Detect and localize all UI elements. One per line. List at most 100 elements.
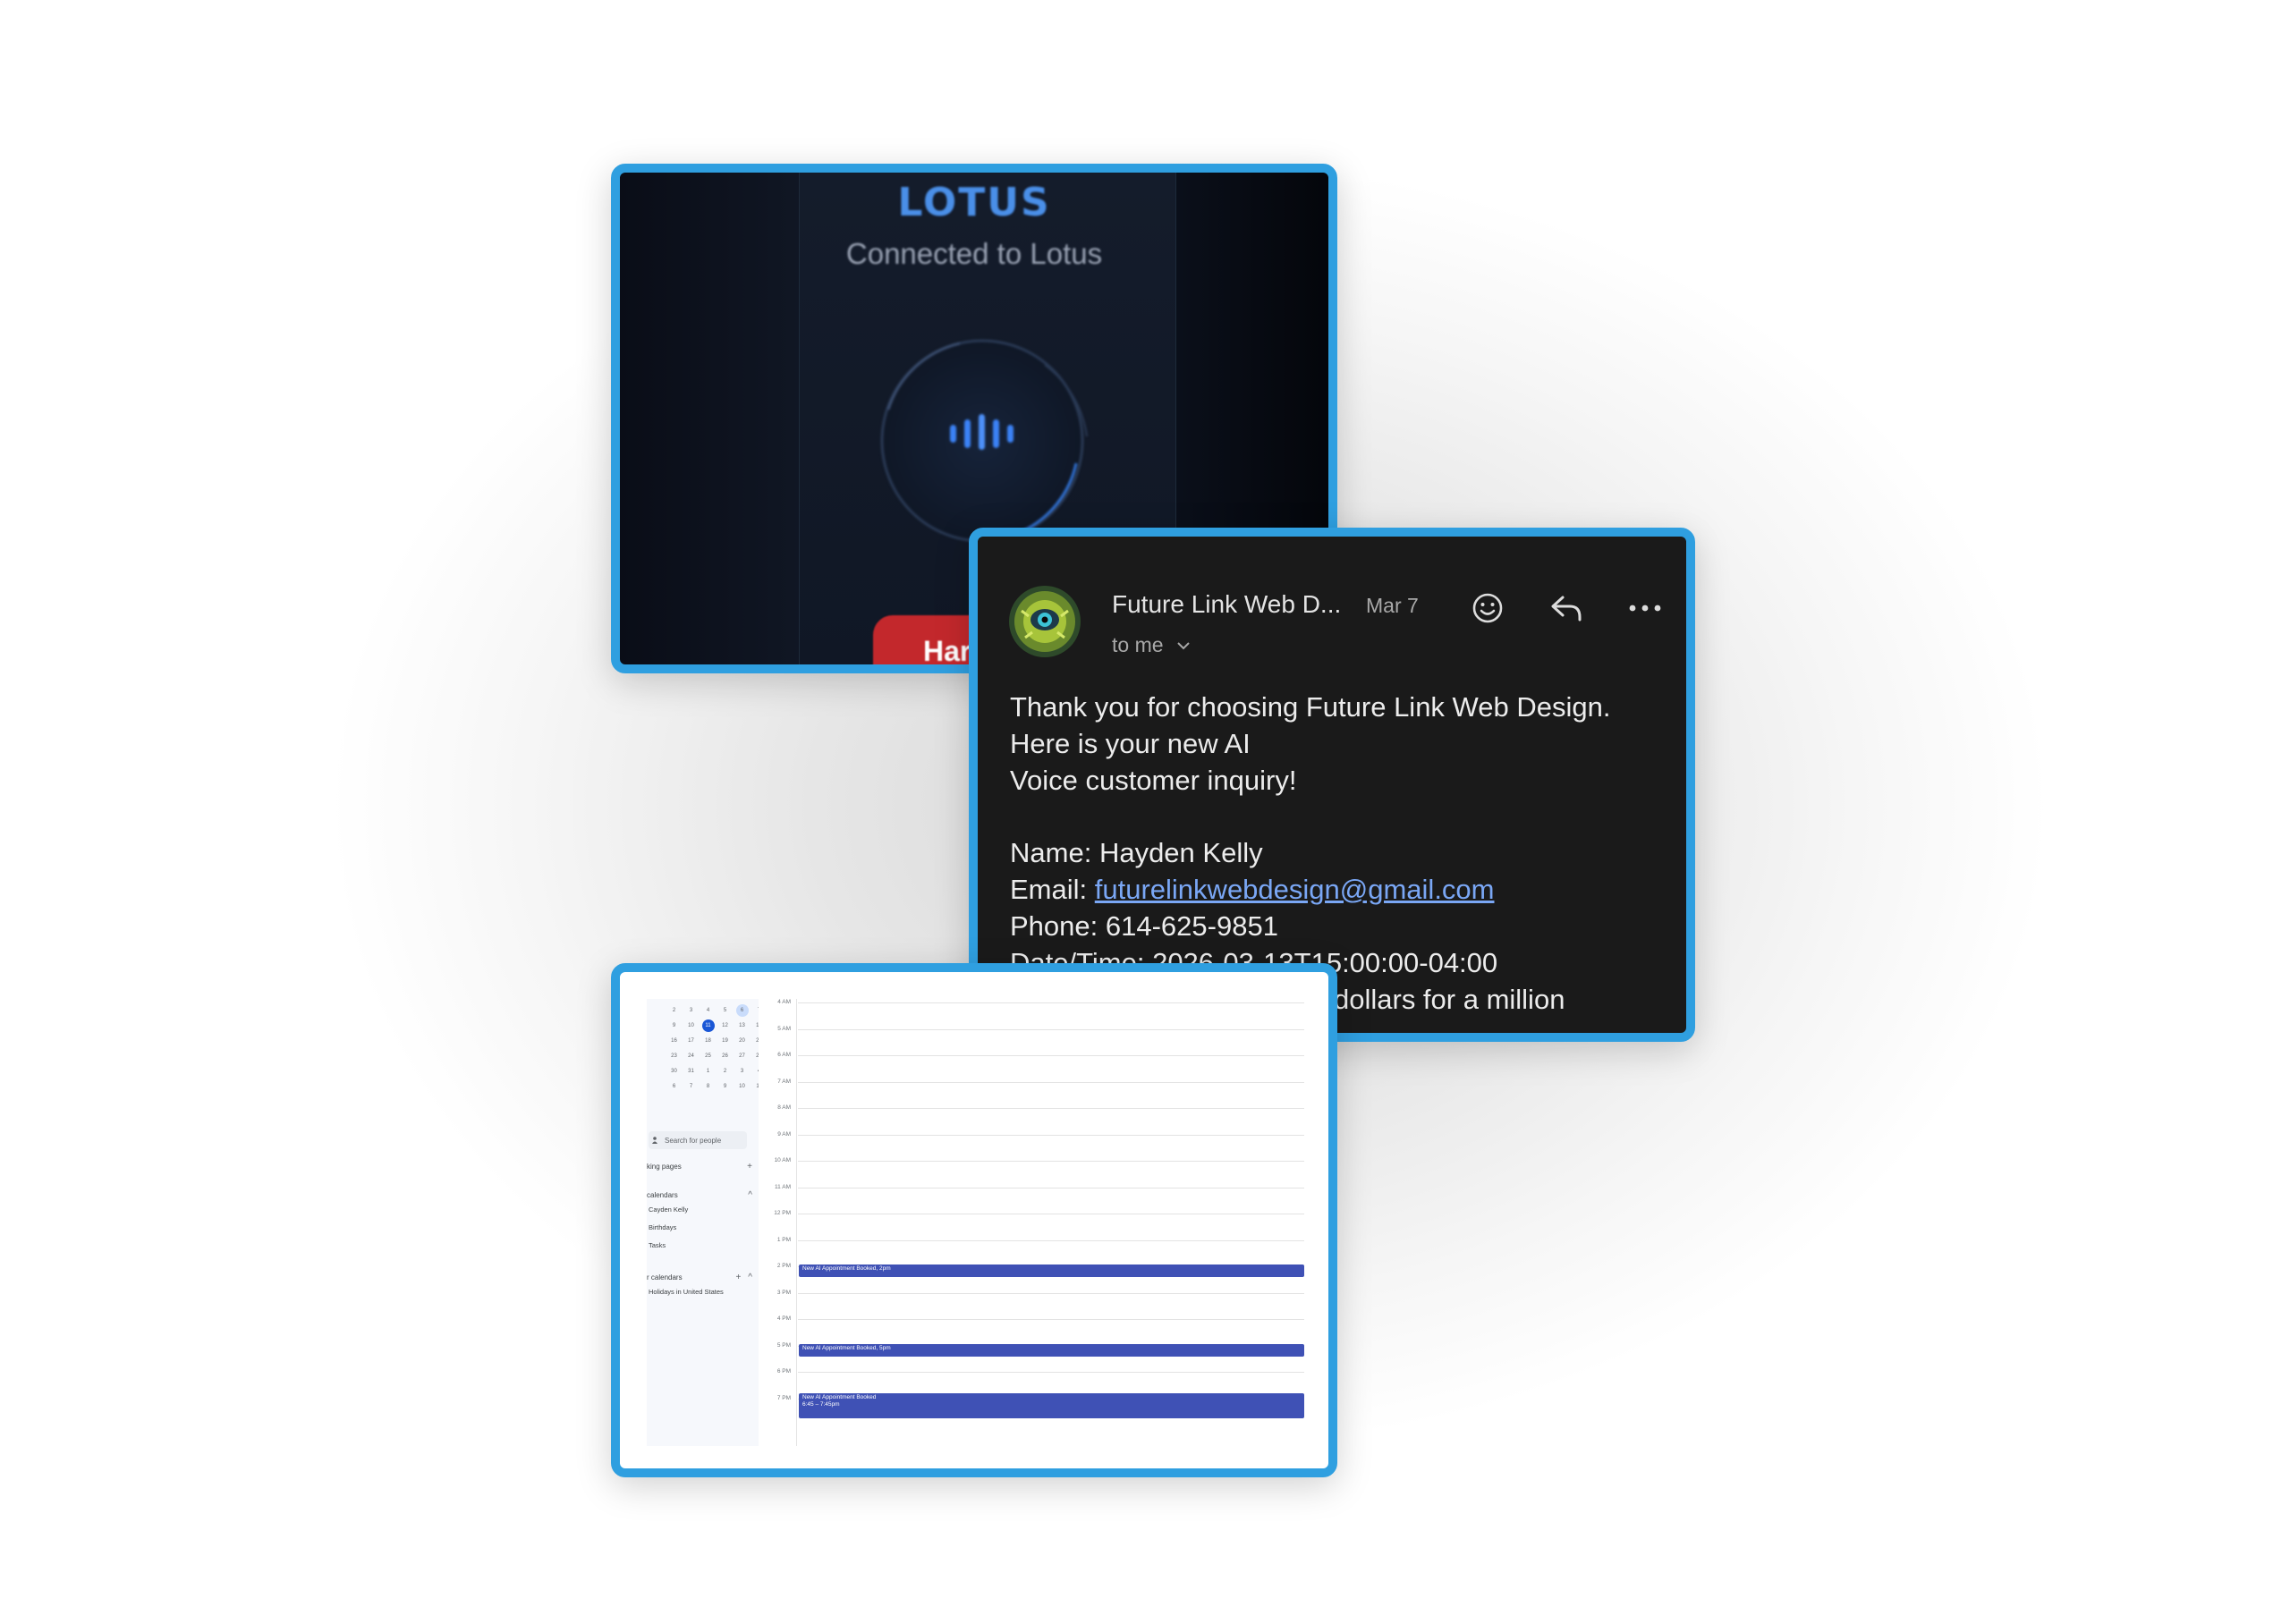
- mini-cal-day[interactable]: 28: [751, 1050, 759, 1063]
- hour-label: 7 PM: [776, 1394, 791, 1401]
- hour-gridline: [798, 1108, 1304, 1109]
- emoji-reaction-icon[interactable]: [1468, 588, 1507, 628]
- add-icon[interactable]: +: [747, 1162, 752, 1171]
- body-line: Thank you for choosing Future Link Web D…: [1010, 691, 1611, 723]
- mini-cal-day[interactable]: 10: [683, 1019, 700, 1033]
- mini-cal-day[interactable]: 7: [751, 1004, 759, 1018]
- calendar-list-item[interactable]: Tasks: [647, 1237, 752, 1255]
- mini-cal-day[interactable]: 3: [683, 1004, 700, 1018]
- mini-cal-day[interactable]: [649, 1080, 666, 1094]
- email-link[interactable]: futurelinkwebdesign@gmail.com: [1095, 874, 1495, 905]
- hour-gridline: [798, 1134, 1304, 1136]
- reply-icon[interactable]: [1547, 588, 1586, 628]
- hour-gridline: [798, 1002, 1304, 1003]
- mini-cal-day[interactable]: 24: [683, 1050, 700, 1063]
- mini-cal-day[interactable]: [649, 1065, 666, 1078]
- mini-cal-day[interactable]: [649, 1050, 666, 1063]
- calendar-list-item[interactable]: Holidays in United States: [647, 1283, 752, 1301]
- email-date: Mar 7: [1366, 594, 1419, 617]
- mini-cal-day[interactable]: 2: [666, 1004, 683, 1018]
- hour-row: 3 PM: [768, 1290, 1304, 1316]
- mini-cal-day[interactable]: 2: [717, 1065, 734, 1078]
- hour-label: 6 AM: [777, 1052, 791, 1058]
- mini-cal-day[interactable]: 1: [700, 1065, 717, 1078]
- mini-cal-day[interactable]: 3: [734, 1065, 751, 1078]
- mini-cal-day[interactable]: [649, 1035, 666, 1048]
- body-line: Here is your new AI: [1010, 728, 1251, 759]
- calendar-event[interactable]: New AI Appointment Booked 6:45 – 7:45pm: [799, 1392, 1304, 1418]
- hour-row: 4 AM: [768, 999, 1304, 1026]
- phone-value: 614-625-9851: [1105, 910, 1278, 942]
- chevron-up-icon[interactable]: ^: [748, 1273, 752, 1282]
- phone-label: Phone:: [1010, 910, 1098, 942]
- mini-cal-day[interactable]: 30: [666, 1065, 683, 1078]
- mini-cal-day[interactable]: 11: [751, 1080, 759, 1094]
- mini-cal-day[interactable]: 31: [683, 1065, 700, 1078]
- calendar-list-item[interactable]: Cayden Kelly: [647, 1201, 752, 1219]
- mini-cal-day[interactable]: [649, 1004, 666, 1018]
- add-icon[interactable]: +: [735, 1273, 741, 1282]
- mini-cal-day[interactable]: 9: [666, 1019, 683, 1033]
- hour-gridline: [798, 1239, 1304, 1241]
- chevron-down-icon: [1176, 641, 1190, 649]
- name-row: Name: Hayden Kelly: [1010, 834, 1686, 871]
- mini-cal-day[interactable]: 7: [683, 1080, 700, 1094]
- recipient-toggle[interactable]: to me: [1112, 633, 1191, 657]
- mini-cal-day[interactable]: 11: [701, 1019, 715, 1032]
- mini-cal-day[interactable]: 13: [734, 1019, 751, 1033]
- mini-cal-day[interactable]: 27: [734, 1050, 751, 1063]
- chevron-up-icon[interactable]: ^: [748, 1190, 752, 1200]
- mini-cal-day[interactable]: 18: [700, 1035, 717, 1048]
- mini-cal-day[interactable]: 9: [717, 1080, 734, 1094]
- mini-cal-day[interactable]: 16: [666, 1035, 683, 1048]
- hour-label: 4 AM: [777, 999, 791, 1005]
- mini-cal-day[interactable]: 4: [751, 1065, 759, 1078]
- sender-name[interactable]: Future Link Web D...: [1112, 590, 1341, 619]
- sender-avatar: [1009, 586, 1081, 657]
- event-title: New AI Appointment Booked: [802, 1393, 877, 1400]
- hour-gridline: [798, 1081, 1304, 1083]
- connection-status: Connected to Lotus: [845, 237, 1103, 270]
- day-view-grid[interactable]: 4 AM 5 AM 6 AM 7 AM 8 AM 9 AM 10 AM 11 AM 12 PM 1…: [768, 999, 1304, 1446]
- hour-label: 3 PM: [776, 1289, 791, 1296]
- mini-cal-day[interactable]: 25: [700, 1050, 717, 1063]
- recipient-label: to me: [1112, 633, 1164, 656]
- hour-label: 7 AM: [777, 1078, 791, 1085]
- hour-label: 9 AM: [777, 1130, 791, 1138]
- more-options-icon[interactable]: [1625, 588, 1665, 628]
- event-title: New AI Appointment Booked, 5pm: [802, 1344, 891, 1351]
- mini-cal-day[interactable]: 6: [735, 1004, 749, 1017]
- mini-cal-day[interactable]: 21: [751, 1035, 759, 1048]
- event-title: New AI Appointment Booked, 2pm: [802, 1265, 891, 1272]
- calendar-event[interactable]: New AI Appointment Booked, 5pm: [799, 1343, 1304, 1357]
- hour-label: 12 PM: [774, 1210, 791, 1216]
- mini-cal-day[interactable]: 20: [734, 1035, 751, 1048]
- other-calendars-label: r calendars: [647, 1273, 683, 1281]
- hour-label: 1 PM: [776, 1236, 791, 1243]
- mini-cal-day[interactable]: [649, 1019, 666, 1033]
- mini-cal-day[interactable]: 10: [734, 1080, 751, 1094]
- mini-cal-day[interactable]: 12: [717, 1019, 734, 1033]
- calendar-event[interactable]: New AI Appointment Booked, 2pm: [799, 1265, 1304, 1277]
- calendar-list-item[interactable]: Birthdays: [647, 1219, 752, 1237]
- mini-cal-day[interactable]: 17: [683, 1035, 700, 1048]
- mini-cal-day[interactable]: 4: [700, 1004, 717, 1018]
- mini-cal-day[interactable]: 14: [751, 1019, 759, 1033]
- mini-cal-day[interactable]: 26: [717, 1050, 734, 1063]
- hour-label: 5 PM: [776, 1341, 791, 1349]
- hour-label: 8 AM: [777, 1104, 791, 1111]
- booking-pages-label: king pages: [647, 1162, 682, 1171]
- mini-cal-day[interactable]: 6: [666, 1080, 683, 1094]
- calendar-sidebar: 2345679101112131416171819202123242526272…: [647, 999, 759, 1446]
- mini-cal-day[interactable]: 5: [717, 1004, 734, 1018]
- hour-label: 11 AM: [775, 1183, 791, 1190]
- mini-cal-day[interactable]: 19: [717, 1035, 734, 1048]
- hour-gridline: [798, 1055, 1304, 1056]
- mini-cal-day[interactable]: 8: [700, 1080, 717, 1094]
- body-line: Voice customer inquiry!: [1010, 765, 1297, 796]
- hour-row: 10 AM: [768, 1157, 1304, 1184]
- booking-pages-section: king pages +: [647, 1160, 752, 1172]
- my-calendars-label: calendars: [647, 1190, 678, 1199]
- people-search-input[interactable]: Search for people: [649, 1131, 747, 1149]
- mini-cal-day[interactable]: 23: [666, 1050, 683, 1063]
